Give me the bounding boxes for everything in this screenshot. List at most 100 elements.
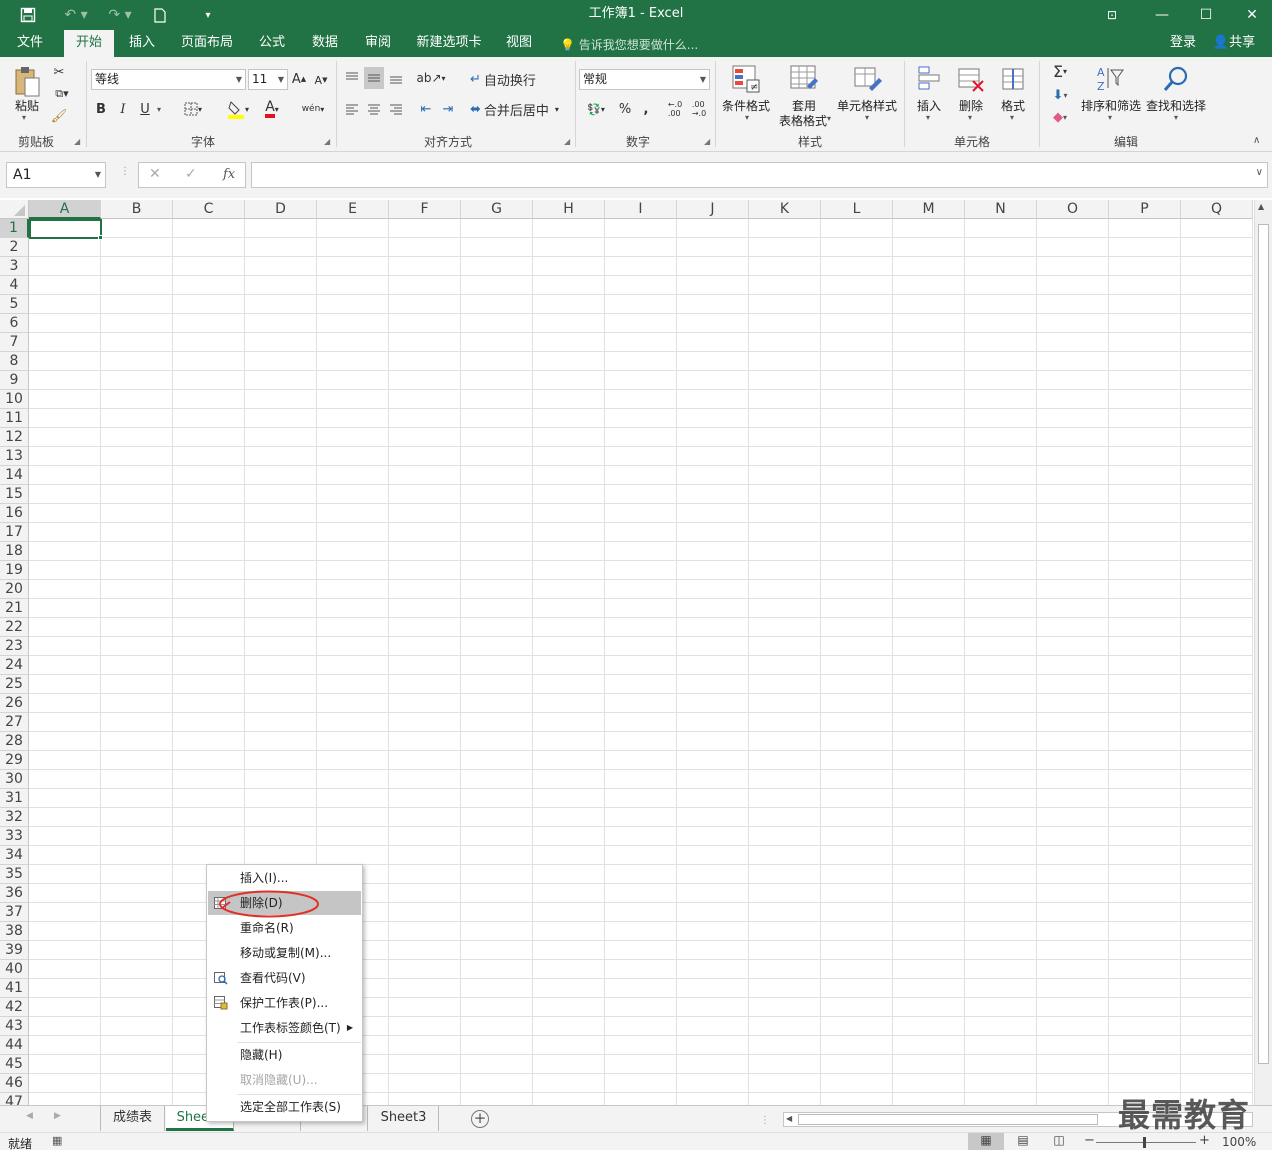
align-middle-icon[interactable]: [364, 67, 384, 89]
comma-style-button[interactable]: ,: [638, 99, 654, 119]
menu-item-move-copy[interactable]: 移动或复制(M)...: [208, 941, 361, 965]
row-header[interactable]: 16: [0, 504, 29, 523]
column-header[interactable]: B: [101, 200, 173, 219]
row-header[interactable]: 30: [0, 770, 29, 789]
name-box[interactable]: A1 ▼: [6, 162, 106, 188]
format-cells-icon[interactable]: [998, 63, 1028, 95]
sign-in-link[interactable]: 登录: [1164, 30, 1202, 57]
menu-item-tab-color[interactable]: 工作表标签颜色(T) ▶: [208, 1016, 361, 1040]
fill-color-icon[interactable]: ▾: [222, 97, 254, 121]
cell-styles-icon[interactable]: [852, 63, 884, 95]
format-painter-icon[interactable]: 🖌: [50, 107, 68, 125]
number-format-combo[interactable]: 常规 ▼: [579, 69, 710, 90]
tab-view[interactable]: 视图: [499, 30, 539, 57]
menu-item-protect-sheet[interactable]: 保护工作表(P)...: [208, 991, 361, 1015]
sheet-tab-grades[interactable]: 成绩表: [101, 1106, 165, 1131]
scroll-left-icon[interactable]: ◀: [786, 1114, 792, 1123]
row-header[interactable]: 44: [0, 1036, 29, 1055]
menu-item-select-all-sheets[interactable]: 选定全部工作表(S): [208, 1095, 361, 1119]
zoom-out-icon[interactable]: −: [1084, 1133, 1095, 1148]
column-header[interactable]: C: [173, 200, 245, 219]
row-header[interactable]: 8: [0, 352, 29, 371]
font-launcher-icon[interactable]: ◢: [324, 137, 330, 146]
column-header[interactable]: E: [317, 200, 389, 219]
add-sheet-icon[interactable]: +: [471, 1110, 489, 1128]
merge-center-button[interactable]: ⬌ 合并后居中 ▾: [470, 99, 570, 119]
row-header[interactable]: 36: [0, 884, 29, 903]
zoom-slider[interactable]: [1096, 1142, 1196, 1143]
conditional-format-label[interactable]: 条件格式: [720, 97, 772, 114]
maximize-icon[interactable]: ☐: [1192, 0, 1220, 30]
row-header[interactable]: 47: [0, 1093, 29, 1105]
underline-dropdown-icon[interactable]: ▾: [157, 105, 161, 114]
column-header[interactable]: L: [821, 200, 893, 219]
row-header[interactable]: 14: [0, 466, 29, 485]
conditional-format-icon[interactable]: ≠: [730, 63, 762, 95]
collapse-ribbon-icon[interactable]: ∧: [1253, 135, 1260, 146]
paste-icon[interactable]: [10, 63, 44, 99]
shrink-font-icon[interactable]: A ▼: [313, 71, 329, 89]
minimize-icon[interactable]: —: [1148, 0, 1176, 30]
tab-data[interactable]: 数据: [305, 30, 345, 57]
formula-input[interactable]: ∨: [251, 162, 1268, 188]
column-header[interactable]: H: [533, 200, 605, 219]
row-header[interactable]: 28: [0, 732, 29, 751]
active-cell-A1[interactable]: [29, 219, 102, 239]
row-header[interactable]: 35: [0, 865, 29, 884]
expand-formula-icon[interactable]: ∨: [1256, 167, 1263, 178]
align-center-icon[interactable]: [364, 99, 384, 119]
row-header[interactable]: 3: [0, 257, 29, 276]
row-header[interactable]: 21: [0, 599, 29, 618]
row-header[interactable]: 26: [0, 694, 29, 713]
page-layout-view-icon[interactable]: ▤: [1008, 1133, 1038, 1150]
bold-button[interactable]: B: [93, 99, 109, 119]
enter-icon[interactable]: ✓: [185, 166, 197, 182]
column-header[interactable]: J: [677, 200, 749, 219]
select-all-corner[interactable]: [0, 200, 29, 219]
increase-indent-icon[interactable]: ⇥: [438, 99, 458, 119]
row-header[interactable]: 9: [0, 371, 29, 390]
row-header[interactable]: 17: [0, 523, 29, 542]
align-left-icon[interactable]: [342, 99, 362, 119]
font-size-combo[interactable]: 11 ▼: [248, 69, 288, 90]
column-header[interactable]: M: [893, 200, 965, 219]
row-header[interactable]: 39: [0, 941, 29, 960]
tab-review[interactable]: 审阅: [358, 30, 398, 57]
row-header[interactable]: 25: [0, 675, 29, 694]
page-break-view-icon[interactable]: ◫: [1044, 1133, 1074, 1150]
scroll-thumb[interactable]: [1258, 224, 1269, 1064]
grow-font-icon[interactable]: A ▲: [291, 69, 307, 89]
phonetic-icon[interactable]: wén ▾: [298, 97, 328, 121]
zoom-slider-thumb[interactable]: [1143, 1137, 1146, 1148]
row-header[interactable]: 45: [0, 1055, 29, 1074]
row-header[interactable]: 18: [0, 542, 29, 561]
cancel-icon[interactable]: ✕: [149, 166, 161, 182]
column-header[interactable]: F: [389, 200, 461, 219]
insert-cells-icon[interactable]: [914, 63, 944, 95]
row-header[interactable]: 20: [0, 580, 29, 599]
tab-new[interactable]: 新建选项卡: [412, 30, 486, 57]
decrease-indent-icon[interactable]: ⇤: [416, 99, 436, 119]
align-right-icon[interactable]: [386, 99, 406, 119]
row-header[interactable]: 40: [0, 960, 29, 979]
row-header[interactable]: 23: [0, 637, 29, 656]
row-header[interactable]: 2: [0, 238, 29, 257]
format-as-table-icon[interactable]: [788, 63, 820, 95]
row-header[interactable]: 22: [0, 618, 29, 637]
column-header[interactable]: D: [245, 200, 317, 219]
tab-file[interactable]: 文件: [8, 30, 52, 57]
row-header[interactable]: 43: [0, 1017, 29, 1036]
zoom-level[interactable]: 100%: [1222, 1135, 1256, 1149]
macro-record-icon[interactable]: ▦: [52, 1134, 62, 1147]
ribbon-display-icon[interactable]: ⊡: [1098, 0, 1126, 30]
row-header[interactable]: 33: [0, 827, 29, 846]
number-launcher-icon[interactable]: ◢: [704, 137, 710, 146]
orientation-icon[interactable]: ab↗ ▾: [416, 67, 446, 89]
row-header[interactable]: 31: [0, 789, 29, 808]
align-bottom-icon[interactable]: [386, 67, 406, 89]
close-icon[interactable]: ✕: [1238, 0, 1266, 30]
paste-label[interactable]: 粘贴: [12, 97, 42, 114]
borders-icon[interactable]: ▾: [178, 99, 208, 119]
format-as-table-label-2[interactable]: 表格格式: [772, 112, 834, 129]
row-header[interactable]: 10: [0, 390, 29, 409]
